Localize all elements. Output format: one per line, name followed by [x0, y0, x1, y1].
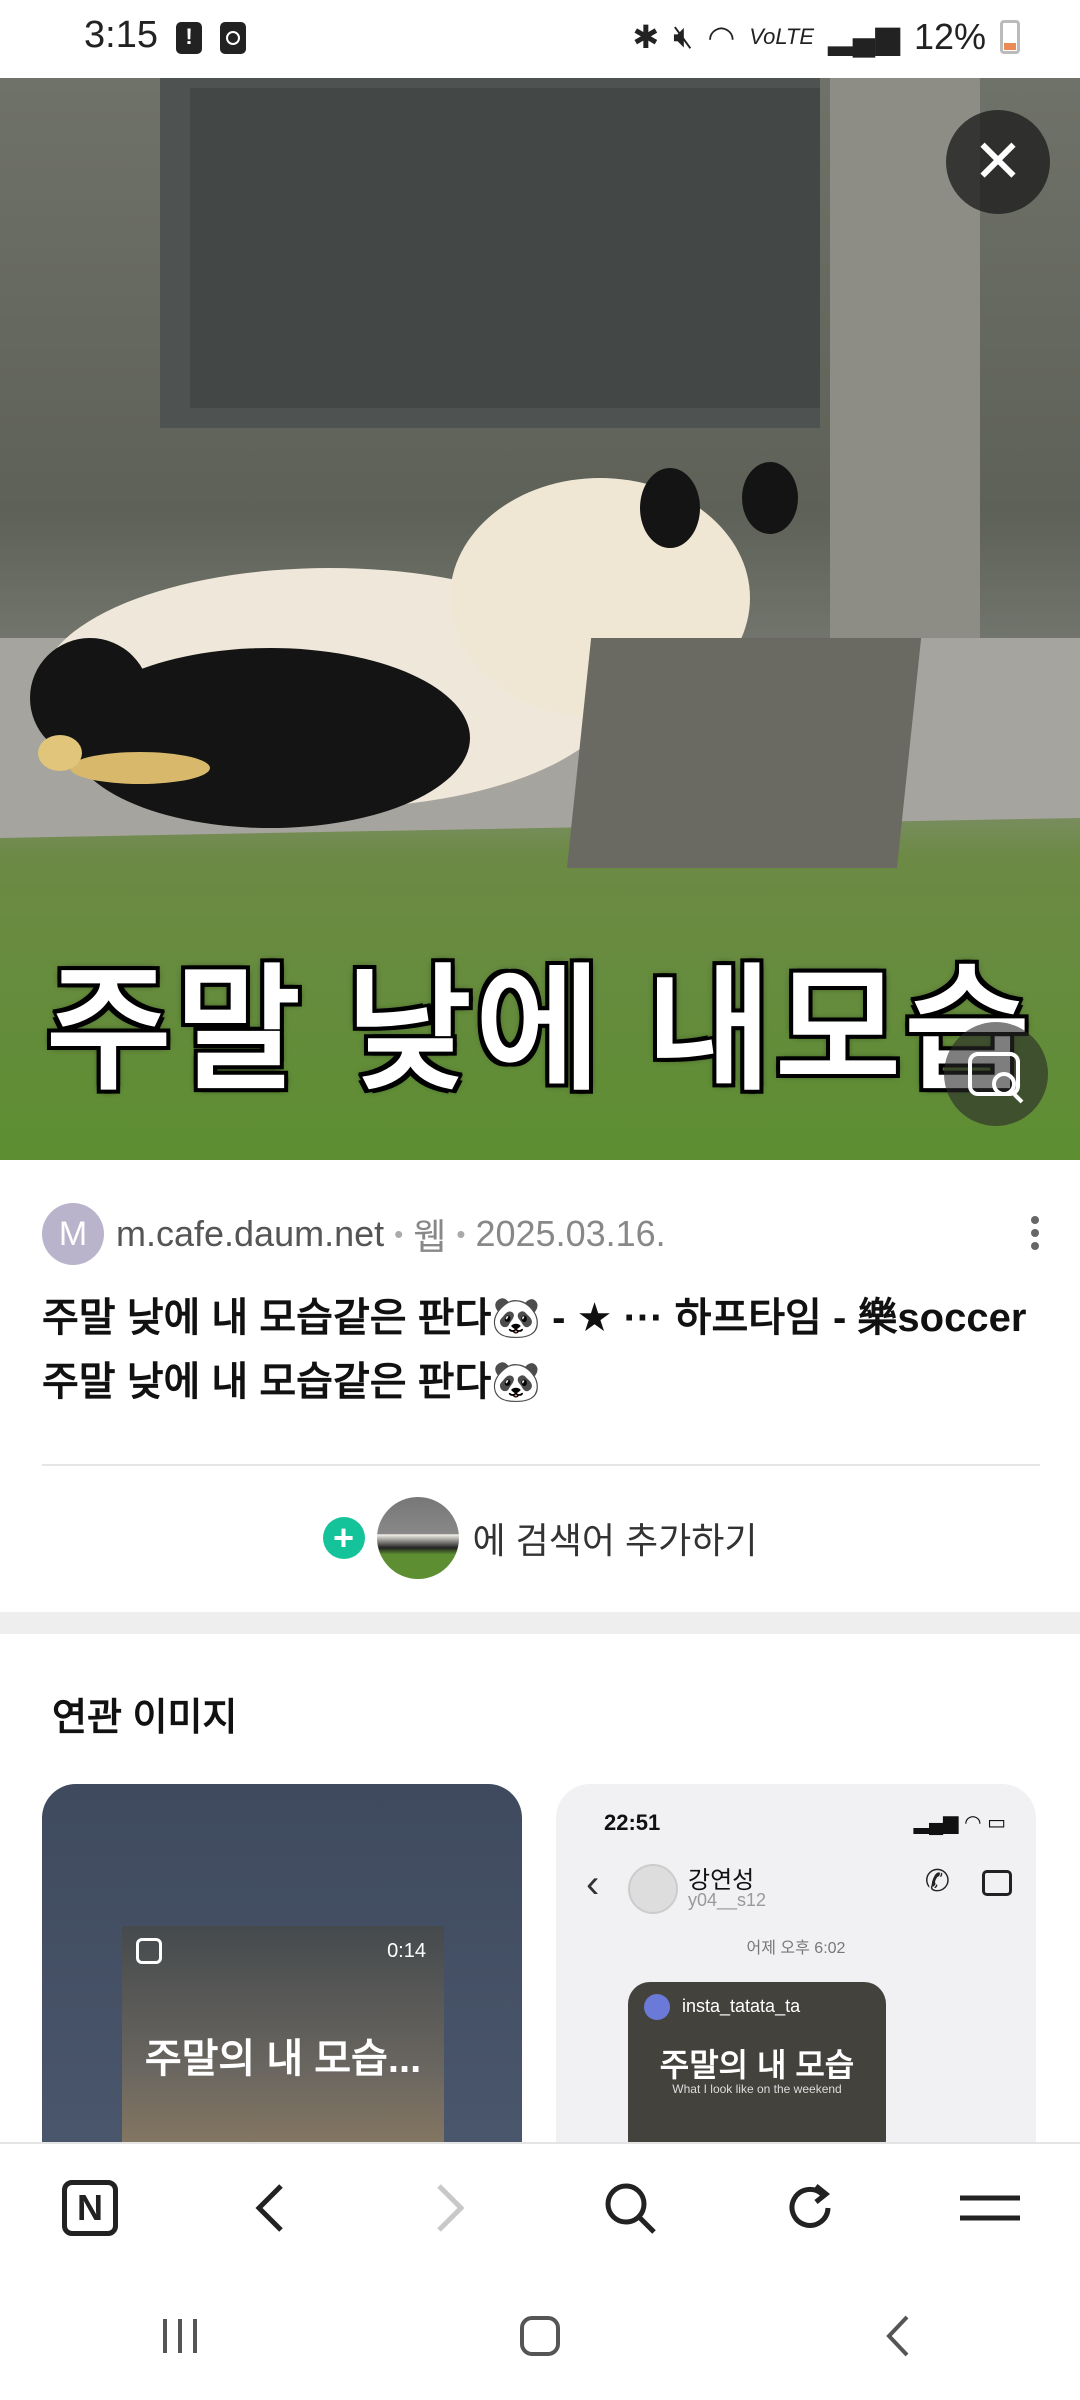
separator-dot: • [394, 1218, 404, 1249]
add-search-term-button[interactable]: + 에 검색어 추가하기 [0, 1496, 1080, 1580]
phone-icon: ✆ [924, 1865, 950, 1898]
post-title: 주말의 내 모습 [659, 2047, 855, 2083]
video-duration: 0:14 [387, 1940, 426, 1962]
search-icon [605, 2183, 656, 2234]
plus-icon: + [322, 1517, 365, 1559]
site-domain[interactable]: m.cafe.daum.net [116, 1213, 384, 1255]
status-indicators: ✱ 🔇︎ ◠ VoLTE ▂▄▆ 12% [632, 16, 1020, 58]
alarm-notification-icon [220, 22, 246, 54]
volte-indicator: VoLTE [749, 24, 815, 49]
site-favicon: M [42, 1203, 104, 1265]
image-caption: 주말 낮에 내모습 [43, 951, 1034, 1109]
menu-icon [960, 2195, 1020, 2221]
refresh-button[interactable] [765, 2163, 855, 2253]
more-dot-icon [1031, 1216, 1039, 1224]
more-dot-icon [1031, 1229, 1039, 1237]
result-type: 웹 [413, 1216, 447, 1257]
video-caption: 주말의 내 모습... [144, 2037, 422, 2081]
video-thumbnail: 0:14 주말의 내 모습... [122, 1926, 444, 2144]
alert-notification-icon [176, 22, 202, 54]
status-bar: 3:15 ✱ 🔇︎ ◠ VoLTE ▂▄▆ 12% [0, 0, 1080, 78]
naver-home-icon: N [62, 2180, 118, 2236]
signal-icon: ▂▄▆ [828, 19, 900, 55]
battery-icon [1000, 20, 1020, 54]
back-nav-button[interactable] [855, 2291, 945, 2381]
back-arrow-icon [886, 2315, 909, 2357]
close-icon: ✕ [972, 128, 1024, 195]
battery-percent: 12% [913, 16, 986, 57]
contact-handle: y04__s12 [688, 1890, 767, 1910]
recent-apps-button[interactable] [135, 2291, 225, 2381]
back-chevron-icon: ‹ [586, 1862, 600, 1906]
related-image-card[interactable]: 22:51 ▂▄▆ ◠ ▭ ‹ 강연성 y04__s12 ✆ 어제 오후 6:0… [556, 1784, 1036, 2144]
chat-date: 어제 오후 6:02 [746, 1940, 846, 1957]
notification-icons [176, 22, 246, 54]
search-thumbnail [376, 1497, 459, 1579]
result-title[interactable]: 주말 낮에 내 모습같은 판다🐼 - ★ ··· 하프타임 - 樂soccer … [42, 1286, 1052, 1414]
wifi-icon: ◠ [707, 19, 736, 55]
more-dot-icon [1031, 1242, 1039, 1250]
separator-dot: • [456, 1218, 466, 1249]
more-options-button[interactable] [1020, 1212, 1050, 1256]
recent-apps-icon [163, 2319, 197, 2353]
refresh-icon [789, 2184, 831, 2228]
back-button[interactable] [225, 2163, 315, 2253]
result-source[interactable]: M m.cafe.daum.net • 웹 • 2025.03.16. [42, 1203, 1042, 1265]
system-navigation-bar [0, 2272, 1080, 2400]
shared-post-bubble: insta_tatata_ta 주말의 내 모습 What I look lik… [628, 1982, 886, 2144]
forward-button[interactable] [405, 2163, 495, 2253]
search-button[interactable] [585, 2163, 675, 2253]
mute-icon: 🔇︎ [673, 18, 694, 54]
section-divider [0, 1612, 1080, 1634]
browser-toolbar: N [0, 2142, 1080, 2272]
avatar [628, 1864, 678, 1914]
close-button[interactable]: ✕ [946, 110, 1050, 214]
divider [42, 1464, 1040, 1466]
related-images-heading: 연관 이미지 [52, 1697, 238, 1739]
main-image[interactable]: 주말 낮에 내모습 ✕ [0, 78, 1080, 1160]
related-image-card[interactable]: 0:14 주말의 내 모습... [42, 1784, 522, 2144]
home-button[interactable]: N [45, 2163, 135, 2253]
chevron-right-icon [437, 2184, 465, 2232]
image-search-button[interactable] [944, 1022, 1048, 1126]
post-subtitle: What I look like on the weekend [672, 2082, 842, 2096]
video-call-icon [982, 1870, 1012, 1896]
menu-button[interactable] [945, 2163, 1035, 2253]
add-search-label: 에 검색어 추가하기 [472, 1520, 758, 1561]
home-nav-button[interactable] [495, 2291, 585, 2381]
phone-time: 22:51 [604, 1810, 661, 1835]
chevron-left-icon [255, 2184, 283, 2232]
home-square-icon [520, 2316, 560, 2356]
image-search-icon [968, 1052, 1024, 1104]
post-username: insta_tatata_ta [682, 1996, 801, 2016]
phone-status-icons: ▂▄▆ ◠ ▭ [913, 1812, 1006, 1834]
bluetooth-icon: ✱ [632, 19, 660, 55]
status-time: 3:15 [84, 14, 158, 56]
result-date: 2025.03.16. [475, 1213, 666, 1254]
profile-icon [644, 1994, 670, 2020]
reels-icon [136, 1938, 162, 1964]
